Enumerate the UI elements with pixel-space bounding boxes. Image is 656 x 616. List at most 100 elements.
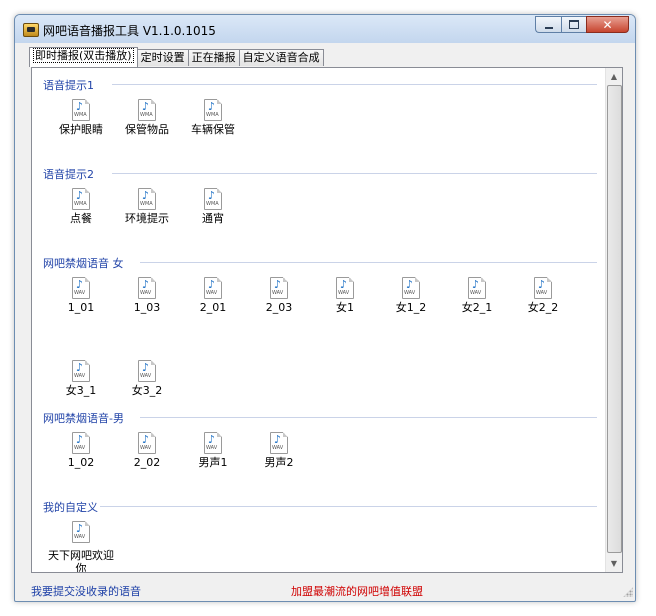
file-type-label: WMA <box>206 201 219 207</box>
tab-instant-play[interactable]: 即时播报(双击播放) <box>29 47 138 67</box>
group-divider <box>140 417 597 418</box>
voice-item[interactable]: ♪ WAV 2_02 <box>114 432 180 496</box>
voice-item[interactable]: ♪ WAV 男声1 <box>180 432 246 496</box>
file-type-label: WMA <box>74 201 87 207</box>
title-bar[interactable]: 网吧语音播报工具 V1.1.0.1015 ✕ <box>15 15 635 43</box>
audio-file-icon: ♪ WAV <box>72 432 90 454</box>
voice-item[interactable]: ♪ WAV 女2_2 <box>510 277 576 341</box>
audio-file-icon: ♪ WAV <box>270 432 288 454</box>
audio-file-icon: ♪ WAV <box>138 360 156 382</box>
voice-item[interactable]: ♪ WAV 女1 <box>312 277 378 341</box>
voice-item-label: 女2_1 <box>461 301 493 314</box>
status-bar: 我要提交没收录的语音 加盟最潮流的网吧增值联盟 <box>15 575 635 599</box>
audio-file-icon: ♪ WAV <box>468 277 486 299</box>
file-type-label: WAV <box>74 445 86 451</box>
audio-file-icon: ♪ WAV <box>138 277 156 299</box>
file-type-label: WMA <box>140 112 153 118</box>
voice-item[interactable]: ♪ WMA 环境提示 <box>114 188 180 252</box>
voice-item-label: 1_02 <box>67 456 95 469</box>
tab-label: 即时播报(双击播放) <box>33 48 134 63</box>
audio-file-icon: ♪ WAV <box>72 277 90 299</box>
voice-item-label: 天下网吧欢迎你 <box>48 549 114 573</box>
voice-item-label: 通宵 <box>202 212 224 225</box>
file-type-label: WAV <box>470 290 482 296</box>
voice-item-label: 女3_2 <box>131 384 163 397</box>
voice-item[interactable]: ♪ WAV 天下网吧欢迎你 <box>48 521 114 573</box>
voice-item-label: 2_03 <box>265 301 293 314</box>
voice-item-label: 女1_2 <box>395 301 427 314</box>
file-type-label: WAV <box>272 290 284 296</box>
file-type-label: WAV <box>338 290 350 296</box>
group-title: 网吧禁烟语音 女 <box>43 255 127 271</box>
voice-item[interactable]: ♪ WAV 1_03 <box>114 277 180 341</box>
resize-grip[interactable] <box>623 587 633 597</box>
audio-file-icon: ♪ WAV <box>72 360 90 382</box>
voice-item-label: 女2_2 <box>527 301 559 314</box>
voice-item-label: 男声2 <box>264 456 294 469</box>
file-type-label: WAV <box>140 373 152 379</box>
audio-file-icon: ♪ WMA <box>72 99 90 121</box>
close-icon: ✕ <box>602 17 613 32</box>
maximize-icon <box>569 20 579 29</box>
window-title: 网吧语音播报工具 V1.1.0.1015 <box>43 24 216 38</box>
voice-item[interactable]: ♪ WAV 1_01 <box>48 277 114 341</box>
scrollbar-thumb[interactable] <box>607 85 622 553</box>
voice-item[interactable]: ♪ WMA 车辆保管 <box>180 99 246 163</box>
file-type-label: WAV <box>74 290 86 296</box>
maximize-button[interactable] <box>561 16 586 33</box>
tab-timer-settings[interactable]: 定时设置 <box>136 49 189 66</box>
group-title: 我的自定义 <box>43 499 101 515</box>
tab-custom-synthesis[interactable]: 自定义语音合成 <box>238 49 324 66</box>
audio-file-icon: ♪ WAV <box>402 277 420 299</box>
file-type-label: WMA <box>206 112 219 118</box>
audio-file-icon: ♪ WMA <box>204 188 222 210</box>
vertical-scrollbar[interactable]: ▲ ▼ <box>605 68 622 572</box>
close-button[interactable]: ✕ <box>586 16 629 33</box>
voice-item[interactable]: ♪ WMA 保护眼睛 <box>48 99 114 163</box>
voice-item-label: 保管物品 <box>125 123 169 136</box>
file-type-label: WMA <box>140 201 153 207</box>
voice-item[interactable]: ♪ WAV 男声2 <box>246 432 312 496</box>
file-type-label: WAV <box>206 445 218 451</box>
voice-item-label: 点餐 <box>70 212 92 225</box>
minimize-button[interactable] <box>535 16 561 33</box>
scroll-up-icon[interactable]: ▲ <box>606 68 622 85</box>
audio-file-icon: ♪ WAV <box>204 277 222 299</box>
group-title: 网吧禁烟语音-男 <box>43 410 127 426</box>
file-type-label: WAV <box>74 373 86 379</box>
join-alliance-link[interactable]: 加盟最潮流的网吧增值联盟 <box>291 583 423 599</box>
tab-now-playing[interactable]: 正在播报 <box>187 49 240 66</box>
file-type-label: WAV <box>140 290 152 296</box>
window-controls: ✕ <box>535 16 629 34</box>
group-divider <box>112 84 597 85</box>
file-type-label: WAV <box>74 534 86 540</box>
voice-item[interactable]: ♪ WAV 2_01 <box>180 277 246 341</box>
audio-file-icon: ♪ WMA <box>204 99 222 121</box>
voice-item[interactable]: ♪ WMA 通宵 <box>180 188 246 252</box>
group-divider <box>112 173 597 174</box>
file-type-label: WAV <box>206 290 218 296</box>
audio-file-icon: ♪ WAV <box>204 432 222 454</box>
file-type-label: WAV <box>272 445 284 451</box>
voice-item-label: 女3_1 <box>65 384 97 397</box>
file-type-label: WAV <box>140 445 152 451</box>
voice-item[interactable]: ♪ WAV 1_02 <box>48 432 114 496</box>
group-divider <box>100 506 597 507</box>
audio-file-icon: ♪ WAV <box>336 277 354 299</box>
group-title: 语音提示2 <box>43 166 97 182</box>
file-type-label: WMA <box>74 112 87 118</box>
submit-voice-link[interactable]: 我要提交没收录的语音 <box>31 583 141 599</box>
voice-item[interactable]: ♪ WAV 女2_1 <box>444 277 510 341</box>
audio-file-icon: ♪ WAV <box>138 432 156 454</box>
scroll-down-icon[interactable]: ▼ <box>606 555 622 572</box>
voice-item[interactable]: ♪ WAV 2_03 <box>246 277 312 341</box>
file-type-label: WAV <box>404 290 416 296</box>
voice-item-label: 2_01 <box>199 301 227 314</box>
group-divider <box>140 262 597 263</box>
voice-item[interactable]: ♪ WMA 保管物品 <box>114 99 180 163</box>
audio-file-icon: ♪ WMA <box>138 188 156 210</box>
voice-item[interactable]: ♪ WAV 女1_2 <box>378 277 444 341</box>
voice-item-label: 1_03 <box>133 301 161 314</box>
voice-item[interactable]: ♪ WMA 点餐 <box>48 188 114 252</box>
file-type-label: WAV <box>536 290 548 296</box>
